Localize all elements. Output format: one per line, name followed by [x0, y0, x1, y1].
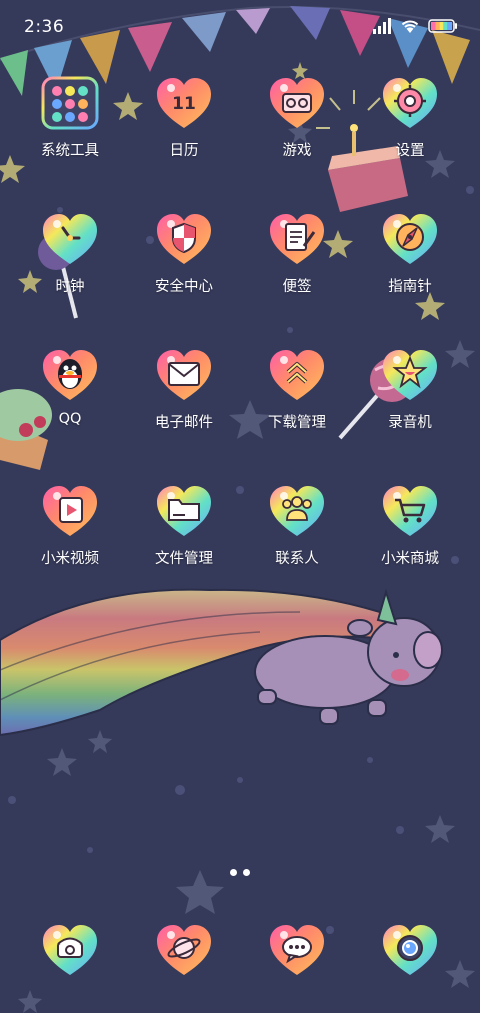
- app-label: 时钟: [55, 279, 85, 295]
- page-indicator: [0, 869, 480, 881]
- clock-icon: [41, 212, 99, 266]
- app-games[interactable]: 游戏: [242, 72, 352, 182]
- dock: [0, 915, 480, 985]
- app-clock[interactable]: 时钟: [15, 208, 125, 318]
- battery-icon: [428, 19, 457, 33]
- calendar-icon: 11: [155, 76, 213, 130]
- app-email[interactable]: 电子邮件: [129, 344, 239, 454]
- page-dot-active[interactable]: [230, 869, 237, 876]
- app-contacts[interactable]: 联系人: [242, 480, 352, 590]
- app-settings[interactable]: 设置: [355, 72, 465, 182]
- app-label: 联系人: [275, 551, 319, 567]
- contacts-icon: [268, 484, 326, 538]
- recorder-star-icon: [381, 348, 439, 402]
- app-label: QQ: [58, 411, 82, 427]
- app-label: 安全中心: [155, 279, 213, 295]
- app-system-tools[interactable]: 系统工具: [15, 72, 125, 182]
- app-qq[interactable]: QQ: [15, 344, 125, 454]
- wifi-icon: [401, 20, 419, 33]
- app-label: 便签: [282, 279, 312, 295]
- app-label: 设置: [395, 143, 425, 159]
- notepad-icon: [268, 212, 326, 266]
- dock-phone[interactable]: [15, 919, 125, 989]
- signal-bars-icon: [373, 18, 391, 34]
- dock-browser[interactable]: [129, 919, 239, 989]
- app-label: 系统工具: [41, 143, 99, 159]
- shopping-cart-icon: [381, 484, 439, 538]
- compass-icon: [381, 212, 439, 266]
- app-file-manager[interactable]: 文件管理: [129, 480, 239, 590]
- app-label: 小米商城: [381, 551, 439, 567]
- dock-camera[interactable]: [355, 919, 465, 989]
- dock-messages[interactable]: [242, 919, 352, 989]
- chat-bubble-icon: [268, 923, 326, 977]
- gear-icon: [381, 76, 439, 130]
- browser-planet-icon: [155, 923, 213, 977]
- app-label: 小米视频: [41, 551, 99, 567]
- status-icons: [372, 16, 458, 36]
- gamepad-icon: [268, 76, 326, 130]
- camera-icon: [381, 923, 439, 977]
- download-chevrons-icon: [268, 348, 326, 402]
- app-downloads[interactable]: 下载管理: [242, 344, 352, 454]
- app-label: 指南针: [388, 279, 432, 295]
- app-calendar[interactable]: 11 日历: [129, 72, 239, 182]
- app-label: 录音机: [388, 415, 432, 431]
- phone-icon: [41, 923, 99, 977]
- calendar-day: 11: [172, 94, 196, 114]
- video-play-icon: [41, 484, 99, 538]
- app-notes[interactable]: 便签: [242, 208, 352, 318]
- app-label: 文件管理: [155, 551, 213, 567]
- envelope-icon: [155, 348, 213, 402]
- status-time: 2:36: [24, 17, 65, 37]
- penguin-icon: [41, 348, 99, 402]
- page-dot[interactable]: [243, 869, 250, 876]
- app-mi-video[interactable]: 小米视频: [15, 480, 125, 590]
- app-label: 下载管理: [268, 415, 326, 431]
- app-mi-store[interactable]: 小米商城: [355, 480, 465, 590]
- status-bar: 2:36: [0, 0, 480, 52]
- folder-icon: [155, 484, 213, 538]
- shield-icon: [155, 212, 213, 266]
- app-recorder[interactable]: 录音机: [355, 344, 465, 454]
- app-label: 游戏: [282, 143, 312, 159]
- app-label: 电子邮件: [155, 415, 213, 431]
- app-compass[interactable]: 指南针: [355, 208, 465, 318]
- folder-grid-icon: [41, 76, 99, 130]
- app-security[interactable]: 安全中心: [129, 208, 239, 318]
- app-label: 日历: [169, 143, 199, 159]
